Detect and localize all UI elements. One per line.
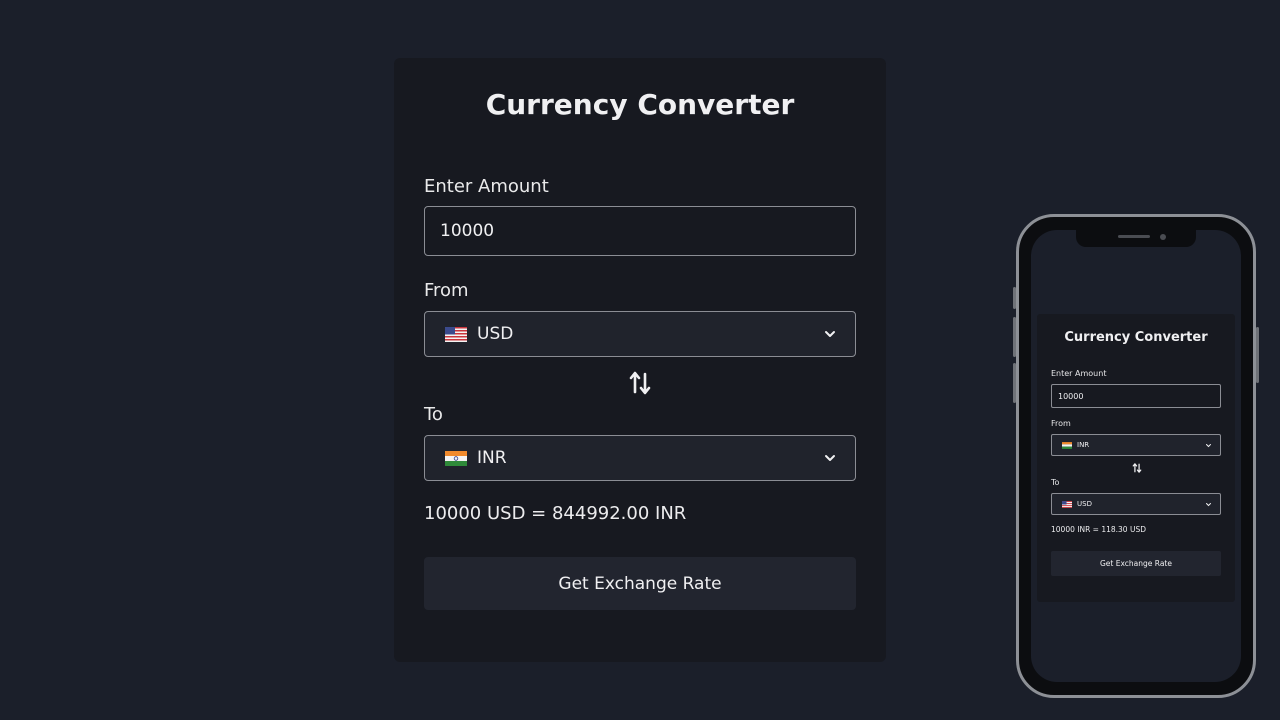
mobile-converter-card: Currency Converter Enter Amount 10000 Fr… (1037, 314, 1235, 602)
phone-notch (1076, 230, 1196, 247)
mobile-to-label: To (1051, 478, 1060, 487)
amount-field-container (424, 206, 856, 256)
from-currency-code: USD (477, 324, 514, 344)
chevron-down-icon (1206, 502, 1211, 506)
camera-icon (1160, 234, 1166, 240)
mobile-amount-label: Enter Amount (1051, 369, 1107, 378)
india-flag-icon (1062, 441, 1072, 449)
chevron-down-icon (825, 331, 835, 337)
mobile-amount-input[interactable]: 10000 (1051, 384, 1221, 408)
phone-side-button (1013, 363, 1016, 403)
conversion-result: 10000 USD = 844992.00 INR (424, 503, 687, 524)
to-currency-select[interactable]: INR (424, 435, 856, 481)
speaker-icon (1118, 235, 1150, 238)
from-label: From (424, 280, 469, 301)
mobile-from-label: From (1051, 419, 1071, 428)
us-flag-icon (1062, 500, 1072, 508)
mobile-from-currency-select[interactable]: INR (1051, 434, 1221, 456)
mobile-from-currency-code: INR (1077, 441, 1090, 449)
phone-side-button (1013, 317, 1016, 357)
chevron-down-icon (1206, 443, 1211, 447)
swap-currencies-icon[interactable] (628, 370, 652, 396)
phone-side-button (1013, 287, 1016, 309)
mobile-to-currency-select[interactable]: USD (1051, 493, 1221, 515)
us-flag-icon (445, 326, 467, 342)
mobile-title: Currency Converter (1064, 330, 1208, 345)
page: Currency Converter Enter Amount From USD (0, 0, 1280, 720)
mobile-to-currency-code: USD (1077, 500, 1092, 508)
india-flag-icon (445, 450, 467, 466)
chevron-down-icon (825, 455, 835, 461)
mobile-conversion-result: 10000 INR = 118.30 USD (1051, 525, 1146, 534)
amount-label: Enter Amount (424, 176, 549, 197)
from-currency-select[interactable]: USD (424, 311, 856, 357)
converter-card: Currency Converter Enter Amount From USD (394, 58, 886, 662)
phone-screen: Currency Converter Enter Amount 10000 Fr… (1031, 230, 1241, 682)
to-label: To (424, 404, 443, 425)
mobile-get-exchange-rate-button[interactable]: Get Exchange Rate (1051, 551, 1221, 576)
page-title: Currency Converter (485, 88, 795, 121)
get-exchange-rate-button[interactable]: Get Exchange Rate (424, 557, 856, 610)
to-currency-code: INR (477, 448, 507, 468)
phone-side-button (1256, 327, 1259, 383)
swap-currencies-icon[interactable] (1132, 462, 1142, 474)
amount-input[interactable] (425, 207, 855, 255)
phone-mockup: Currency Converter Enter Amount 10000 Fr… (1013, 214, 1259, 698)
